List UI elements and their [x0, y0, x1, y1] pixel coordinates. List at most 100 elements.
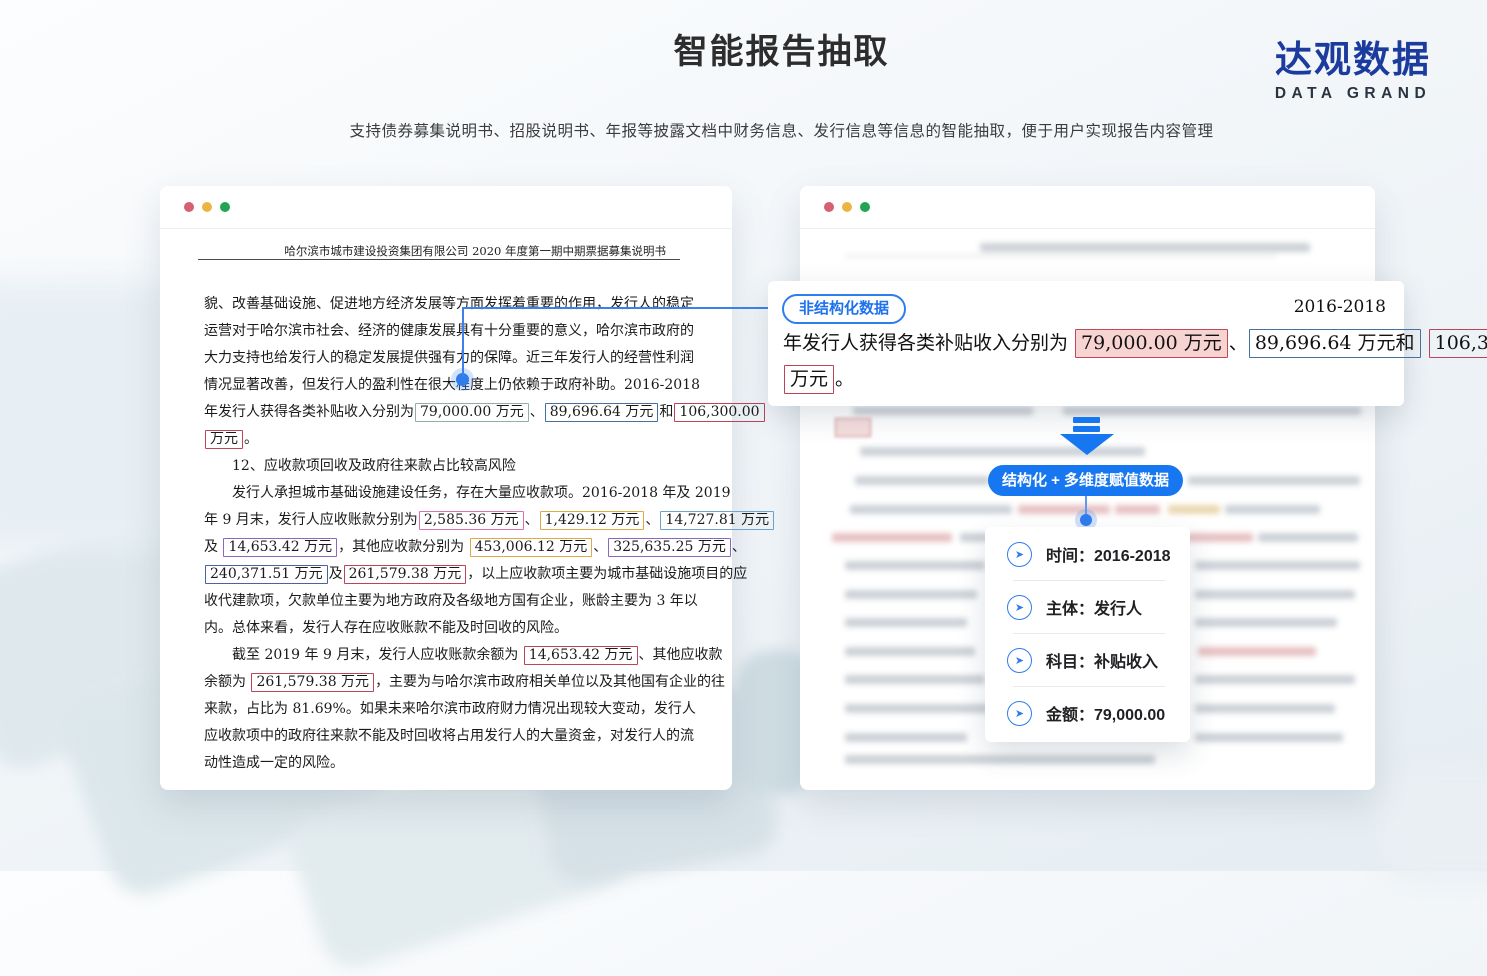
doc-text: 大力支持也给发行人的稳定发展提供强有力的保障。近三年发行人的经营性利润	[204, 350, 694, 366]
doc-line: 动性造成一定的风险。	[204, 750, 704, 777]
blurred-text-bar	[832, 533, 952, 542]
blurred-text-bar	[1195, 675, 1355, 684]
doc-text: 发行人承担城市基础设施建设任务，存在大量应收款项。2016-2018 年及 20…	[232, 485, 731, 501]
doc-line: 240,371.51 万元及261,579.38 万元，以上应收款项主要为城市基…	[204, 561, 704, 588]
annotation-box-purple: 14,653.42 万元	[223, 538, 337, 557]
blurred-text-bar	[1258, 533, 1358, 542]
result-row: ➤主体：发行人	[985, 581, 1190, 633]
down-arrow-icon	[1060, 434, 1114, 455]
doc-text: 情况显著改善，但发行人的盈利性在很大程度上仍依赖于政府补助。2016-2018	[204, 377, 700, 393]
doc-line: 情况显著改善，但发行人的盈利性在很大程度上仍依赖于政府补助。2016-2018	[204, 372, 704, 399]
blurred-text-bar	[845, 704, 995, 713]
document-running-title: 哈尔滨市城市建设投资集团有限公司 2020 年度第一期中期票据募集说明书	[200, 243, 666, 259]
doc-text: 内。总体来看，发行人存在应收账款不能及时回收的风险。	[204, 620, 568, 636]
page: { "page": { "title": "智能报告抽取", "subtitle…	[0, 0, 1487, 871]
annotation-box-red: 106,300.00	[1429, 329, 1487, 358]
doc-line: 年 9 月末，发行人应收账款分别为2,585.36 万元、1,429.12 万元…	[204, 507, 704, 534]
blurred-text-bar	[1195, 590, 1355, 599]
doc-line: 年发行人获得各类补贴收入分别为79,000.00 万元、89,696.64 万元…	[204, 399, 704, 426]
callout-text: 年发行人获得各类补贴收入分别为 79,000.00 万元、89,696.64 万…	[783, 325, 1487, 397]
doc-line: 年发行人获得各类补贴收入分别为 79,000.00 万元、89,696.64 万…	[783, 325, 1487, 361]
doc-text: 貌、改善基础设施、促进地方经济发展等方面发挥着重要的作用，发行人的稳定	[204, 296, 694, 312]
blurred-text-bar	[980, 243, 1310, 252]
structured-result-card: ➤时间：2016-2018➤主体：发行人➤科目：补贴收入➤金额：79,000.0…	[985, 527, 1190, 742]
doc-text: 截至 2019 年 9 月末，发行人应收账款余额为	[232, 647, 523, 663]
brand-logo-en: DATA GRAND	[1263, 85, 1443, 103]
annotation-box-red: 261,579.38 万元	[251, 673, 374, 692]
annotation-box-red: 14,653.42 万元	[524, 646, 638, 665]
doc-text: 、	[530, 404, 544, 420]
brand-logo[interactable]: 达观数据 DATA GRAND	[1263, 40, 1443, 103]
blurred-text-bar	[1115, 505, 1160, 514]
doc-text: 及	[329, 566, 343, 582]
circle-arrow-icon: ➤	[1007, 542, 1032, 567]
connector-line-vertical	[462, 307, 464, 377]
blurred-text-bar	[853, 407, 1033, 415]
doc-text: 年发行人获得各类补贴收入分别为	[204, 404, 414, 420]
result-row: ➤ 时间：2016-2018	[985, 528, 1190, 580]
doc-text: ，主要为与哈尔滨市政府相关单位以及其他国有企业的往	[375, 674, 725, 690]
doc-text: 。	[244, 431, 258, 447]
blurred-rule	[845, 255, 1277, 257]
blurred-text-bar	[1018, 505, 1110, 514]
blurred-text-bar	[1188, 476, 1360, 485]
window-titlebar	[160, 186, 732, 229]
doc-text: ，以上应收款项主要为城市基础设施项目的应	[467, 566, 747, 582]
doc-text: 、	[645, 512, 659, 528]
doc-text: 、	[593, 539, 607, 555]
blurred-text-bar	[845, 755, 1155, 764]
doc-text: 应收款项中的政府往来款不能及时回收将占用发行人的大量资金，对发行人的流	[204, 728, 694, 744]
blurred-text-bar	[845, 733, 967, 742]
document-body: 貌、改善基础设施、促进地方经济发展等方面发挥着重要的作用，发行人的稳定运营对于哈…	[204, 291, 704, 777]
doc-text: 余额为	[204, 674, 250, 690]
yellow-dot-icon	[202, 202, 212, 212]
doc-text: 、	[1229, 332, 1248, 354]
annotation-box-orange: 1,429.12 万元	[540, 511, 645, 530]
circle-arrow-icon: ➤	[1007, 701, 1032, 726]
annotation-box-navy: 240,371.51 万元	[205, 565, 328, 584]
connector-dot	[1080, 514, 1092, 526]
blurred-highlight-box	[835, 418, 871, 437]
red-dot-icon	[184, 202, 194, 212]
blurred-text-bar	[1195, 704, 1335, 713]
doc-text: ，其他应收款分别为	[338, 539, 468, 555]
source-document-window: 哈尔滨市城市建设投资集团有限公司 2020 年度第一期中期票据募集说明书 貌、改…	[160, 186, 732, 790]
blurred-text-bar	[1063, 407, 1361, 415]
blurred-text-bar	[850, 505, 1012, 514]
doc-line: 貌、改善基础设施、促进地方经济发展等方面发挥着重要的作用，发行人的稳定	[204, 291, 704, 318]
pill-connector-line	[1085, 496, 1087, 514]
doc-text: 年 9 月末，发行人应收账款分别为	[204, 512, 418, 528]
blurred-text-bar	[1198, 647, 1316, 656]
result-row-text: 科目：补贴收入	[1046, 648, 1158, 672]
blurred-text-bar	[1195, 561, 1360, 570]
background-blur-shape	[0, 280, 180, 550]
doc-line: 及 14,653.42 万元，其他应收款分别为 453,006.12 万元、32…	[204, 534, 704, 561]
doc-line: 内。总体来看，发行人存在应收账款不能及时回收的风险。	[204, 615, 704, 642]
doc-line: 应收款项中的政府往来款不能及时回收将占用发行人的大量资金，对发行人的流	[204, 723, 704, 750]
annotation-box-red: 106,300.00	[674, 403, 764, 422]
window-controls	[184, 202, 230, 212]
background-blur-shape	[1380, 770, 1487, 880]
page-subtitle: 支持债券募集说明书、招股说明书、年报等披露文档中财务信息、发行信息等信息的智能抽…	[76, 119, 1487, 141]
doc-text: 、	[525, 512, 539, 528]
doc-text: 12、应收款项回收及政府往来款占比较高风险	[232, 458, 516, 474]
annotation-box-orange: 453,006.12 万元	[470, 538, 593, 557]
annotation-box-blue: 89,696.64 万元	[545, 403, 659, 422]
green-dot-icon	[220, 202, 230, 212]
result-row-text: 时间：2016-2018	[1046, 542, 1171, 566]
blurred-text-bar	[1225, 505, 1320, 514]
doc-text: 年发行人获得各类补贴收入分别为	[783, 332, 1074, 354]
result-row: ➤科目：补贴收入	[985, 634, 1190, 686]
callout-period-label: 2016-2018	[1294, 297, 1386, 317]
doc-line: 余额为 261,579.38 万元，主要为与哈尔滨市政府相关单位以及其他国有企业…	[204, 669, 704, 696]
doc-text: 。	[835, 368, 854, 390]
annotation-box-lblue: 14,727.81 万元	[660, 511, 774, 530]
doc-text: 、其他应收款	[639, 647, 723, 663]
blurred-text-bar	[1195, 618, 1337, 627]
blurred-text-bar	[845, 675, 985, 684]
blurred-text-bar	[1168, 505, 1220, 514]
annotation-box-red: 万元	[784, 365, 834, 394]
doc-text: 收代建款项，欠款单位主要为地方政府及各级地方国有企业，账龄主要为 3 年以	[204, 593, 698, 609]
doc-text: 动性造成一定的风险。	[204, 755, 344, 771]
doc-line: 运营对于哈尔滨市社会、经济的健康发展具有十分重要的意义，哈尔滨市政府的	[204, 318, 704, 345]
